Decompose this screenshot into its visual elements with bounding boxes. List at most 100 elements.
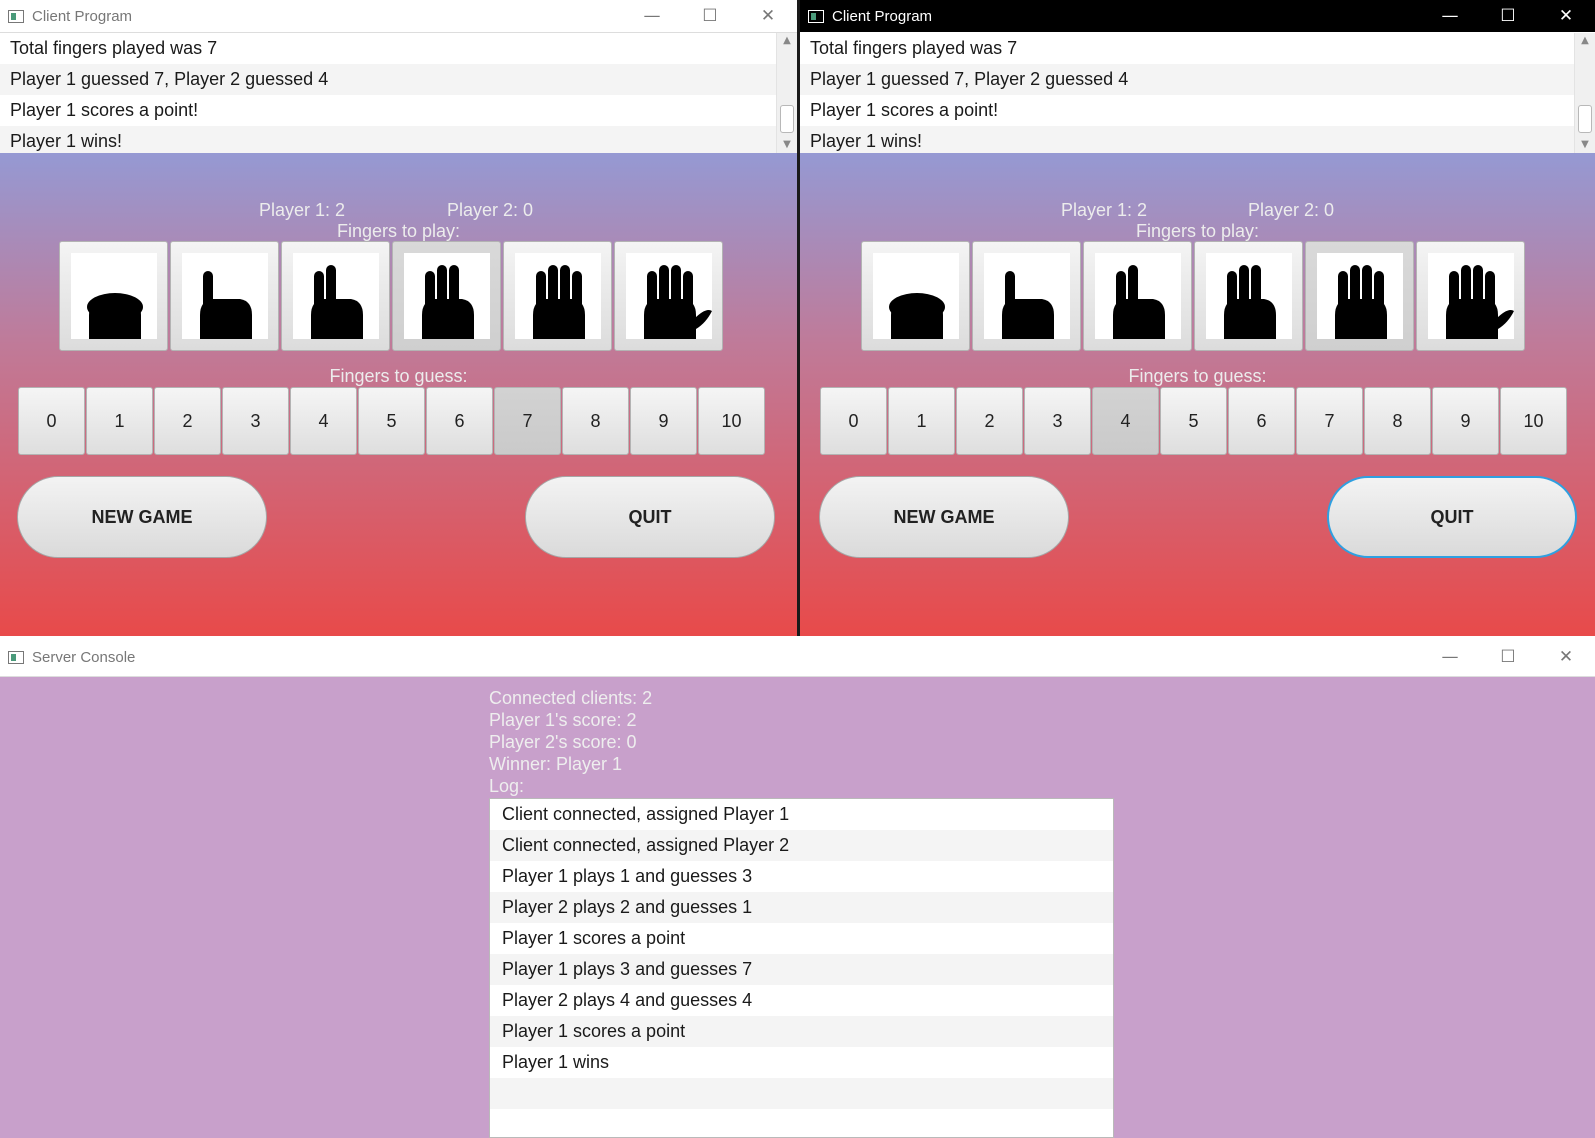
play-fingers-2-button[interactable]: [281, 241, 390, 351]
close-icon[interactable]: ✕: [739, 0, 797, 32]
log-row: Player 1 guessed 7, Player 2 guessed 4: [800, 64, 1595, 95]
guess-8-button[interactable]: 8: [562, 387, 629, 455]
guess-1-button[interactable]: 1: [86, 387, 153, 455]
new-game-button[interactable]: NEW GAME: [17, 476, 267, 558]
quit-button[interactable]: QUIT: [525, 476, 775, 558]
scroll-down-icon[interactable]: ▼: [777, 137, 797, 153]
message-log[interactable]: Total fingers played was 7 Player 1 gues…: [800, 33, 1595, 153]
window-title: Client Program: [32, 7, 133, 25]
play-fingers-1-button[interactable]: [170, 241, 279, 351]
player2-score: Player 2: 0: [1248, 200, 1335, 220]
player2-score: Player 2: 0: [447, 200, 534, 220]
fingers-to-play-label: Fingers to play:: [336, 221, 461, 241]
one-finger-icon: [983, 253, 1070, 339]
connected-clients: Connected clients: 2: [489, 688, 653, 708]
server-log-list[interactable]: Client connected, assigned Player 1 Clie…: [489, 798, 1114, 1138]
scroll-thumb[interactable]: [1578, 105, 1592, 133]
scroll-thumb[interactable]: [780, 105, 794, 133]
guess-6-button[interactable]: 6: [426, 387, 493, 455]
guess-2-button[interactable]: 2: [154, 387, 221, 455]
guess-10-button[interactable]: 10: [1500, 387, 1567, 455]
log-row: Player 1 scores a point: [502, 928, 686, 948]
minimize-icon[interactable]: —: [1421, 0, 1479, 32]
fingers-to-play-group: [59, 241, 725, 353]
fist-icon: [70, 253, 157, 339]
log-row: Total fingers played was 7: [810, 38, 1018, 58]
server-pane: Connected clients: 2 Player 1's score: 2…: [0, 677, 1595, 1138]
log-row: Player 1 scores a point!: [10, 100, 199, 120]
message-log[interactable]: Total fingers played was 7 Player 1 gues…: [0, 33, 797, 153]
fingers-to-play-label: Fingers to play:: [1135, 221, 1260, 241]
vertical-scrollbar[interactable]: ▲ ▼: [776, 33, 797, 153]
guess-3-button[interactable]: 3: [1024, 387, 1091, 455]
new-game-button[interactable]: NEW GAME: [819, 476, 1069, 558]
guess-9-button[interactable]: 9: [630, 387, 697, 455]
player1-score: Player 1: 2: [259, 200, 346, 220]
quit-button[interactable]: QUIT: [1327, 476, 1577, 558]
log-row: Player 1 scores a point: [490, 1016, 1113, 1047]
play-fingers-4-button[interactable]: [503, 241, 612, 351]
guess-7-button[interactable]: 7: [1296, 387, 1363, 455]
play-fingers-1-button[interactable]: [972, 241, 1081, 351]
log-list: Total fingers played was 7 Player 1 gues…: [800, 33, 1595, 153]
log-row: Player 1 scores a point!: [810, 100, 999, 120]
guess-4-button[interactable]: 4: [1092, 387, 1159, 455]
maximize-icon[interactable]: ☐: [681, 0, 739, 32]
fingers-to-guess-group: 0 1 2 3 4 5 6 7 8 9 10: [18, 387, 766, 455]
close-icon[interactable]: ✕: [1537, 0, 1595, 32]
play-fingers-4-button[interactable]: [1305, 241, 1414, 351]
guess-3-button[interactable]: 3: [222, 387, 289, 455]
guess-1-button[interactable]: 1: [888, 387, 955, 455]
minimize-icon[interactable]: —: [1421, 641, 1479, 673]
guess-10-button[interactable]: 10: [698, 387, 765, 455]
fingers-to-play-group: [861, 241, 1527, 353]
log-row: Player 2 plays 4 and guesses 4: [502, 990, 753, 1010]
five-fingers-icon: [625, 253, 712, 339]
player1-score: Player 1's score: 2: [489, 710, 637, 730]
four-fingers-icon: [514, 253, 601, 339]
minimize-icon[interactable]: —: [623, 0, 681, 32]
log-row: Client connected, assigned Player 1: [502, 804, 790, 824]
scroll-up-icon[interactable]: ▲: [777, 33, 797, 49]
play-fingers-0-button[interactable]: [59, 241, 168, 351]
log-label: Log:: [489, 776, 525, 796]
log-row: Player 1 plays 1 and guesses 3: [502, 866, 753, 886]
log-row: Player 1 guessed 7, Player 2 guessed 4: [0, 64, 797, 95]
guess-0-button[interactable]: 0: [18, 387, 85, 455]
play-fingers-0-button[interactable]: [861, 241, 970, 351]
guess-0-button[interactable]: 0: [820, 387, 887, 455]
app-icon: [808, 9, 824, 23]
log-row: Player 1 wins!: [800, 126, 1595, 153]
vertical-scrollbar[interactable]: ▲ ▼: [1574, 33, 1595, 153]
close-icon[interactable]: ✕: [1537, 641, 1595, 673]
player2-score: Player 2's score: 0: [489, 732, 637, 752]
guess-5-button[interactable]: 5: [1160, 387, 1227, 455]
scroll-down-icon[interactable]: ▼: [1575, 137, 1595, 153]
fist-icon: [872, 253, 959, 339]
score-row: Player 1: 2 Player 2: 0: [800, 200, 1595, 222]
guess-9-button[interactable]: 9: [1432, 387, 1499, 455]
play-fingers-5-button[interactable]: [614, 241, 723, 351]
play-fingers-2-button[interactable]: [1083, 241, 1192, 351]
guess-5-button[interactable]: 5: [358, 387, 425, 455]
maximize-icon[interactable]: ☐: [1479, 641, 1537, 673]
fingers-to-guess-group: 0 1 2 3 4 5 6 7 8 9 10: [820, 387, 1568, 455]
guess-2-button[interactable]: 2: [956, 387, 1023, 455]
maximize-icon[interactable]: ☐: [1479, 0, 1537, 32]
guess-8-button[interactable]: 8: [1364, 387, 1431, 455]
one-finger-icon: [181, 253, 268, 339]
title-bar[interactable]: Server Console — ☐ ✕: [0, 638, 1595, 677]
winner-text: Winner: Player 1: [489, 754, 623, 774]
score-row: Player 1: 2 Player 2: 0: [0, 200, 797, 222]
title-bar[interactable]: Client Program — ☐ ✕: [800, 0, 1595, 32]
log-row: Client connected, assigned Player 2: [490, 830, 1113, 861]
play-fingers-5-button[interactable]: [1416, 241, 1525, 351]
guess-7-button[interactable]: 7: [494, 387, 561, 455]
guess-4-button[interactable]: 4: [290, 387, 357, 455]
title-bar[interactable]: Client Program — ☐ ✕: [0, 0, 797, 33]
play-fingers-3-button[interactable]: [392, 241, 501, 351]
play-fingers-3-button[interactable]: [1194, 241, 1303, 351]
window-title: Client Program: [832, 7, 933, 25]
scroll-up-icon[interactable]: ▲: [1575, 33, 1595, 49]
guess-6-button[interactable]: 6: [1228, 387, 1295, 455]
